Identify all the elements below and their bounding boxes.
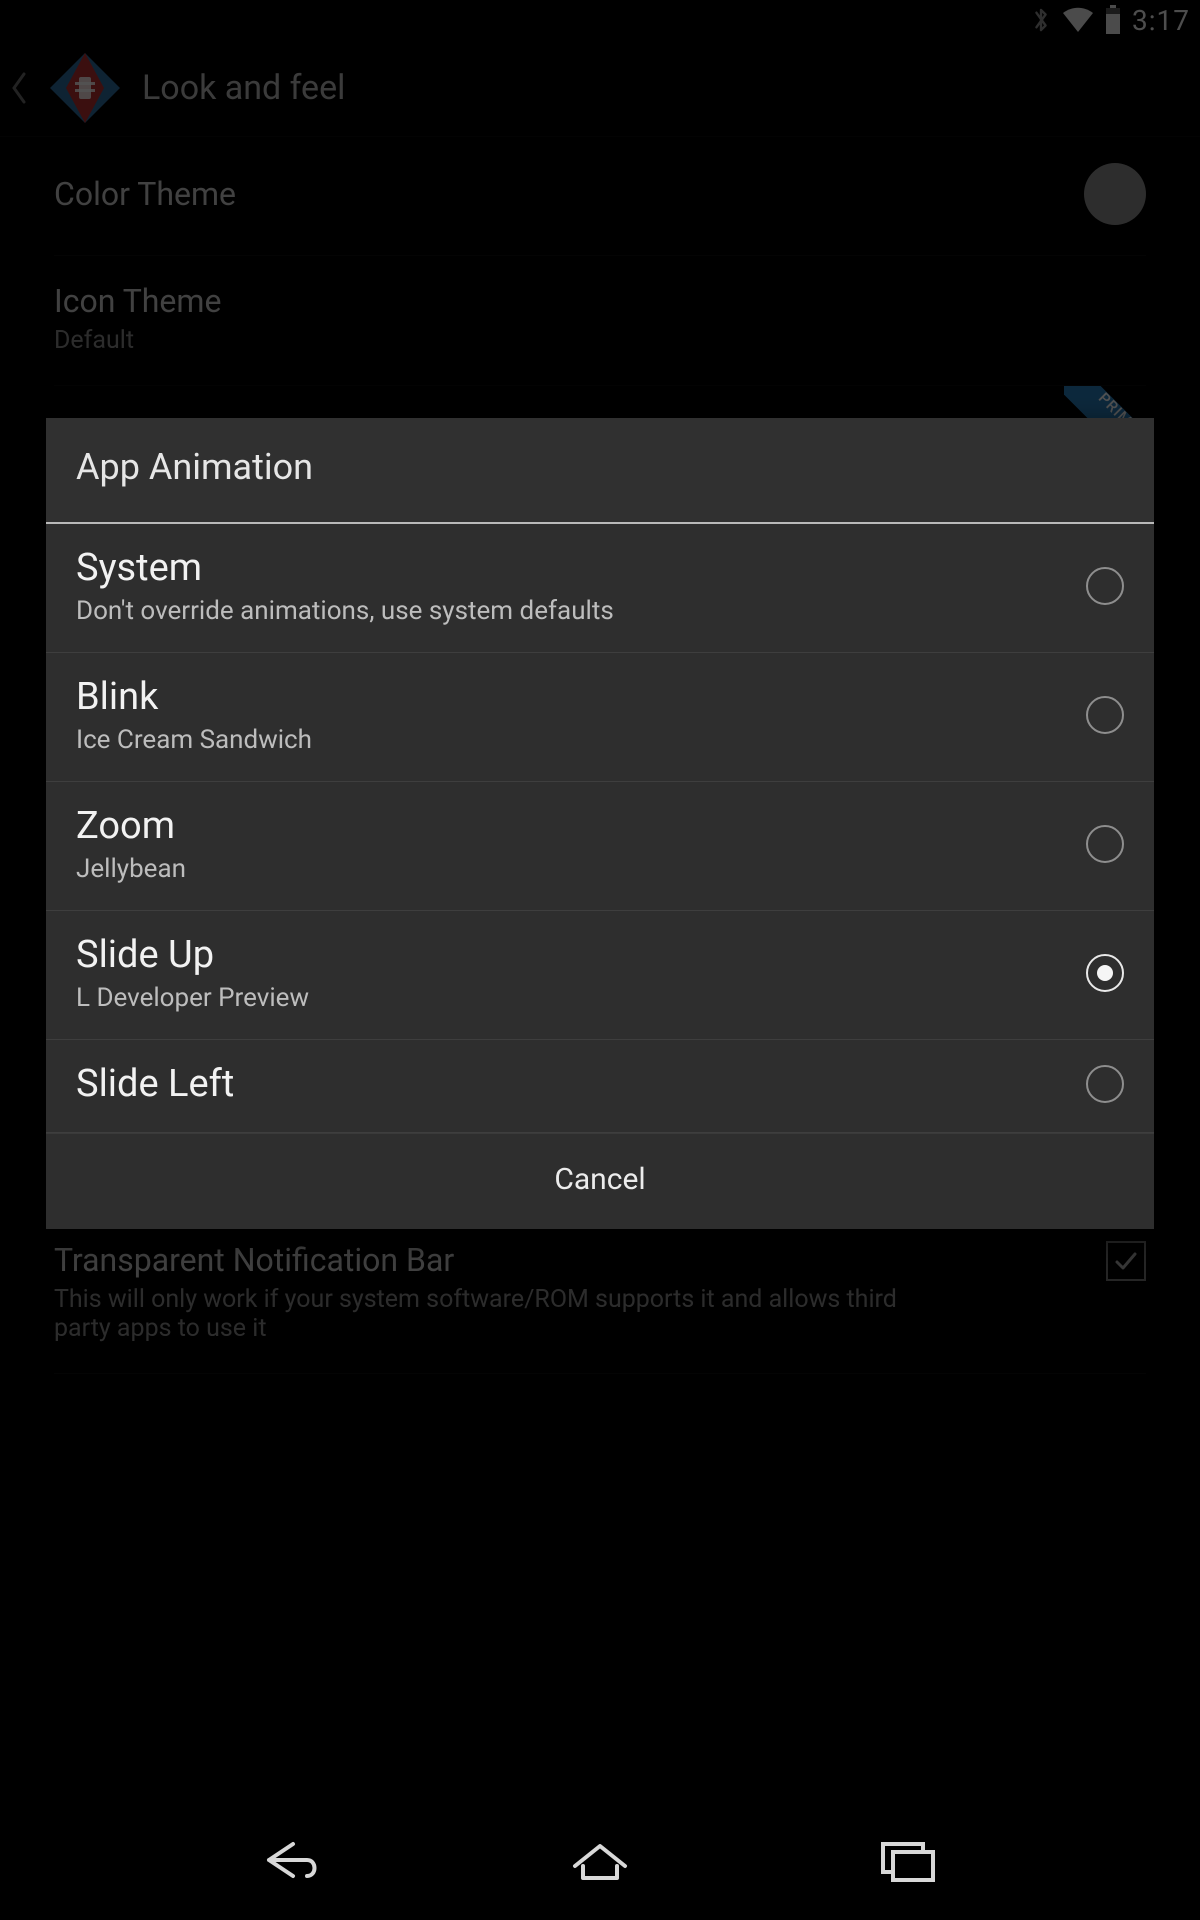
option-title: Slide Up	[76, 933, 309, 977]
nav-home-button[interactable]	[556, 1830, 644, 1890]
nav-back-button[interactable]	[248, 1830, 336, 1890]
radio-icon[interactable]	[1086, 1065, 1124, 1103]
nav-recents-button[interactable]	[864, 1830, 952, 1890]
option-subtitle: Jellybean	[76, 854, 186, 884]
radio-icon[interactable]	[1086, 567, 1124, 605]
radio-icon[interactable]	[1086, 825, 1124, 863]
option-subtitle: L Developer Preview	[76, 983, 309, 1013]
option-slide-left[interactable]: Slide Left	[46, 1040, 1154, 1133]
option-title: System	[76, 546, 614, 590]
option-subtitle: Ice Cream Sandwich	[76, 725, 312, 755]
option-title: Slide Left	[76, 1062, 234, 1106]
option-blink[interactable]: Blink Ice Cream Sandwich	[46, 653, 1154, 782]
app-animation-dialog: App Animation System Don't override anim…	[46, 418, 1154, 1229]
option-system[interactable]: System Don't override animations, use sy…	[46, 524, 1154, 653]
option-subtitle: Don't override animations, use system de…	[76, 596, 614, 626]
radio-icon[interactable]	[1086, 696, 1124, 734]
option-title: Zoom	[76, 804, 186, 848]
option-zoom[interactable]: Zoom Jellybean	[46, 782, 1154, 911]
navigation-bar	[0, 1800, 1200, 1920]
radio-icon[interactable]	[1086, 954, 1124, 992]
option-slide-up[interactable]: Slide Up L Developer Preview	[46, 911, 1154, 1040]
cancel-button[interactable]: Cancel	[46, 1133, 1154, 1229]
dialog-title: App Animation	[46, 418, 1154, 524]
option-title: Blink	[76, 675, 312, 719]
